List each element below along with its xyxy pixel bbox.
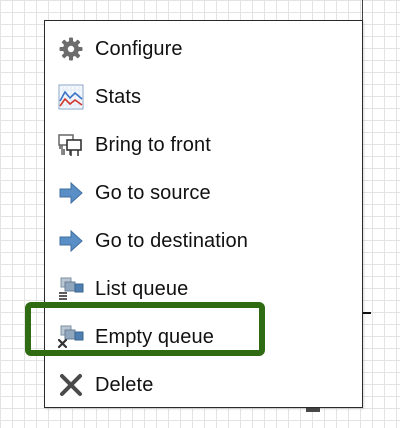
delete-x-icon — [57, 371, 85, 399]
menu-item-label: List queue — [95, 277, 189, 300]
menu-item-label: Bring to front — [95, 133, 211, 156]
arrow-right-icon — [57, 227, 85, 255]
menu-item-configure[interactable]: Configure — [45, 25, 362, 73]
arrow-right-icon — [57, 179, 85, 207]
gear-icon — [57, 35, 85, 63]
menu-item-delete[interactable]: Delete — [45, 361, 362, 409]
menu-item-go-to-source[interactable]: Go to source — [45, 169, 362, 217]
menu-item-label: Go to source — [95, 181, 211, 204]
menu-item-label: Stats — [95, 85, 142, 108]
menu-item-label: Delete — [95, 373, 154, 396]
bring-front-icon — [57, 131, 85, 159]
menu-item-stats[interactable]: Stats — [45, 73, 362, 121]
menu-item-label: Go to destination — [95, 229, 248, 252]
menu-item-go-to-destination[interactable]: Go to destination — [45, 217, 362, 265]
menu-item-bring-to-front[interactable]: Bring to front — [45, 121, 362, 169]
chart-icon — [57, 83, 85, 111]
menu-item-label: Configure — [95, 37, 183, 60]
canvas-connector-stub — [363, 312, 371, 314]
highlight-box — [25, 302, 265, 356]
list-queue-icon — [57, 275, 85, 303]
